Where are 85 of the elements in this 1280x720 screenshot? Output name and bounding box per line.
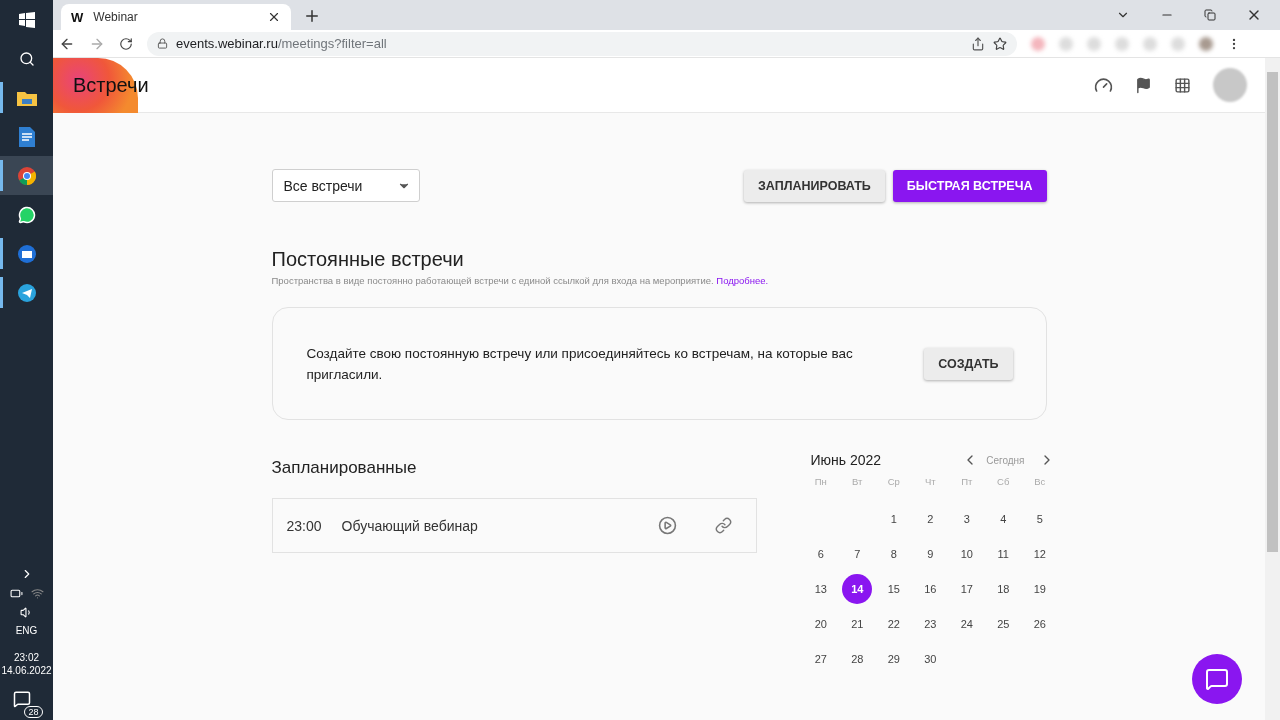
- link-icon[interactable]: [714, 517, 732, 534]
- battery-icon[interactable]: [9, 587, 23, 600]
- star-icon[interactable]: [993, 36, 1007, 51]
- section-description: Пространства в виде постоянно работающей встречи с единой ссылкой для входа на мероприятие. Подробнее.: [271, 275, 770, 286]
- folder-icon[interactable]: [16, 89, 37, 106]
- calendar-day[interactable]: 28: [842, 644, 873, 674]
- calendar-day[interactable]: 27: [805, 644, 836, 674]
- calendar-day[interactable]: 12: [1024, 539, 1055, 569]
- calendar-day[interactable]: 30: [915, 644, 946, 674]
- weekday-label: Пт: [960, 476, 974, 489]
- schedule-button[interactable]: ЗАПЛАНИРОВАТЬ: [744, 169, 885, 202]
- chat-icon: [1205, 667, 1229, 691]
- chat-bubble-icon[interactable]: [17, 205, 36, 224]
- apps-grid-icon[interactable]: [1174, 76, 1191, 94]
- notification-count: 28: [24, 706, 43, 718]
- language-indicator[interactable]: ENG: [15, 625, 38, 636]
- share-icon[interactable]: [971, 36, 985, 51]
- calendar-day[interactable]: 14: [842, 574, 873, 604]
- search-icon[interactable]: [18, 50, 35, 67]
- section-heading: Постоянные встречи: [271, 248, 465, 271]
- quick-meeting-button[interactable]: БЫСТРАЯ ВСТРЕЧА: [892, 169, 1047, 202]
- clock-time[interactable]: 23:02: [14, 652, 39, 663]
- calendar-day[interactable]: 20: [805, 609, 836, 639]
- calendar-day[interactable]: 6: [805, 539, 836, 569]
- calendar-day[interactable]: 4: [988, 504, 1019, 534]
- filter-dropdown[interactable]: Все встречи: [271, 169, 420, 202]
- calendar-day[interactable]: 7: [842, 539, 873, 569]
- calendar-day[interactable]: 10: [951, 539, 982, 569]
- play-icon[interactable]: [657, 516, 677, 535]
- document-icon[interactable]: [18, 126, 35, 147]
- flag-icon[interactable]: [1135, 76, 1152, 94]
- calendar-day[interactable]: 13: [805, 574, 836, 604]
- clock-date[interactable]: 14.06.2022: [1, 665, 52, 676]
- close-icon[interactable]: [267, 10, 281, 24]
- weekday-label: Вт: [851, 476, 864, 489]
- browser-icon[interactable]: [17, 166, 36, 185]
- section-heading: Запланированные: [271, 458, 418, 478]
- calendar-day[interactable]: 18: [988, 574, 1019, 604]
- tab-title: Webinar: [93, 10, 139, 24]
- mail-icon[interactable]: [17, 244, 36, 263]
- meeting-row[interactable]: 23:00 Обучающий вебинар: [271, 498, 757, 553]
- address-bar[interactable]: events.webinar.ru/meetings?filter=all: [147, 31, 1017, 56]
- browser-tab[interactable]: W Webinar: [61, 4, 291, 30]
- calendar-day[interactable]: 1: [878, 504, 909, 534]
- windows-icon[interactable]: [18, 11, 35, 28]
- weekday-label: Чт: [923, 476, 937, 489]
- calendar-month: Июнь 2022: [809, 452, 883, 468]
- calendar-day[interactable]: 15: [878, 574, 909, 604]
- tab-favicon: W: [71, 9, 84, 25]
- calendar-day[interactable]: 21: [842, 609, 873, 639]
- weekday-label: Вс: [1033, 476, 1047, 489]
- calendar-day[interactable]: 3: [951, 504, 982, 534]
- wifi-icon[interactable]: [30, 587, 44, 600]
- calendar-day[interactable]: 17: [951, 574, 982, 604]
- calendar-day[interactable]: 5: [1024, 504, 1055, 534]
- weekday-label: Ср: [886, 476, 901, 489]
- weekday-label: Пн: [813, 476, 828, 489]
- url-text: events.webinar.ru/meetings?filter=all: [176, 36, 388, 51]
- calendar-day[interactable]: 25: [988, 609, 1019, 639]
- create-button[interactable]: СОЗДАТЬ: [924, 347, 1013, 380]
- calendar-day[interactable]: 16: [915, 574, 946, 604]
- calendar-day[interactable]: 23: [915, 609, 946, 639]
- calendar-day[interactable]: 24: [951, 609, 982, 639]
- meeting-time: 23:00: [286, 517, 322, 534]
- more-link[interactable]: Подробнее.: [716, 275, 769, 286]
- paper-plane-icon[interactable]: [17, 283, 36, 302]
- calendar-day[interactable]: 26: [1024, 609, 1055, 639]
- reload-icon[interactable]: [119, 36, 133, 51]
- card-text: Создайте свою постоянную встречу или присоединяйтесь ко встречам, на которые вас пригласили.: [306, 344, 854, 384]
- scrollbar[interactable]: [1265, 58, 1280, 720]
- new-tab-icon[interactable]: [303, 7, 321, 25]
- weekday-label: Сб: [996, 476, 1011, 489]
- calendar-day[interactable]: 8: [878, 539, 909, 569]
- speaker-icon[interactable]: [20, 606, 33, 619]
- meeting-title: Обучающий вебинар: [341, 517, 479, 534]
- calendar-day[interactable]: 29: [878, 644, 909, 674]
- gauge-icon[interactable]: [1094, 75, 1113, 95]
- notification-icon[interactable]: [12, 690, 31, 708]
- calendar-day[interactable]: 2: [915, 504, 946, 534]
- restore-icon[interactable]: [1204, 9, 1216, 21]
- calendar-day[interactable]: 11: [988, 539, 1019, 569]
- calendar-day[interactable]: 22: [878, 609, 909, 639]
- lock-icon: [157, 38, 168, 49]
- calendar-day[interactable]: 19: [1024, 574, 1055, 604]
- calendar-day[interactable]: 9: [915, 539, 946, 569]
